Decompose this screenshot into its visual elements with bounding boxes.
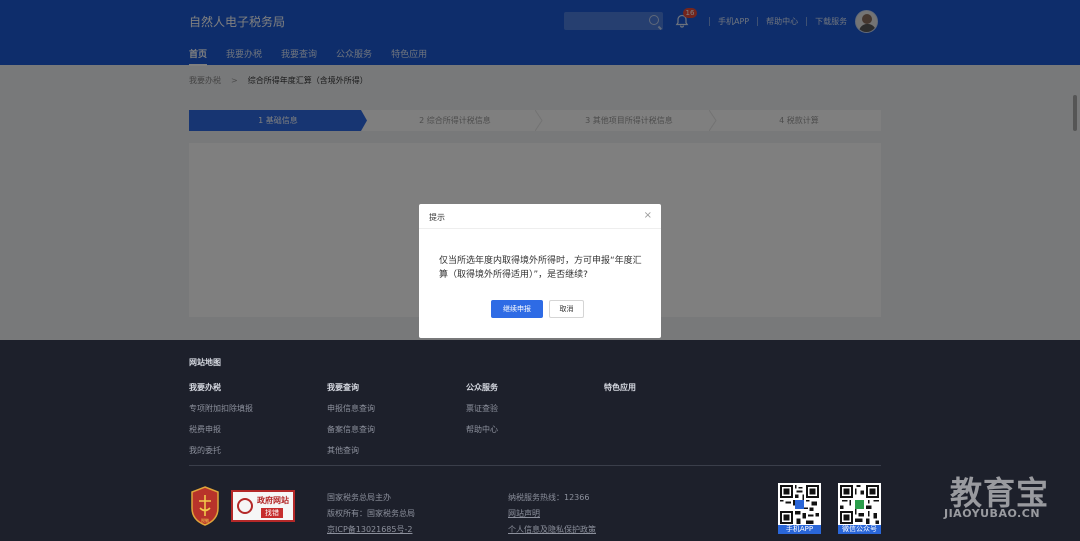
- continue-declare-button[interactable]: 继续申报: [491, 300, 543, 318]
- sitemap-title: 网站地图: [189, 358, 221, 367]
- gov-badge-line2: 找错: [261, 508, 283, 518]
- footer-link[interactable]: 我的委托: [189, 445, 221, 456]
- wechat-qr-code: [838, 483, 881, 526]
- footer-link[interactable]: 备案信息查询: [327, 424, 375, 435]
- magnifier-icon: [237, 498, 253, 514]
- footer-link[interactable]: 申报信息查询: [327, 403, 375, 414]
- close-icon[interactable]: ×: [644, 211, 652, 221]
- footer-col-title: 特色应用: [604, 383, 636, 392]
- site-statement-link[interactable]: 网站声明: [508, 508, 540, 519]
- confirm-dialog: 提示 × 仅当所选年度内取得境外所得时，方可申报“年度汇算（取得境外所得适用）”…: [419, 204, 661, 338]
- footer-link[interactable]: 专项附加扣除填报: [189, 403, 253, 414]
- footer-icp-link[interactable]: 京ICP备13021685号-2: [327, 524, 412, 535]
- watermark-url: JIAOYUBAO.CN: [944, 507, 1041, 520]
- dialog-header: 提示 ×: [419, 204, 661, 229]
- gov-error-report-badge[interactable]: 政府网站 找错: [231, 490, 295, 522]
- footer-link[interactable]: 其他查询: [327, 445, 359, 456]
- emblem-text: 税徽: [201, 517, 209, 523]
- footer-sponsor: 国家税务总局主办: [327, 493, 391, 502]
- footer-hotline: 纳税服务热线：12366: [508, 493, 590, 502]
- footer-col-title: 公众服务: [466, 383, 498, 392]
- footer-col-title: 我要查询: [327, 383, 359, 392]
- gov-badge-line1: 政府网站: [257, 496, 289, 505]
- footer-link[interactable]: 帮助中心: [466, 424, 498, 435]
- footer-divider: [189, 465, 881, 466]
- footer-link[interactable]: 票证查验: [466, 403, 498, 414]
- footer: [0, 340, 1080, 541]
- tax-emblem-icon: 税徽: [190, 486, 220, 526]
- footer-copyright: 版权所有：国家税务总局: [327, 509, 415, 518]
- page-scrollbar[interactable]: [1073, 95, 1077, 131]
- cancel-button[interactable]: 取消: [549, 300, 584, 318]
- dialog-title: 提示: [429, 213, 445, 222]
- wechat-qr-caption: 微信公众号: [838, 525, 881, 534]
- dialog-message: 仅当所选年度内取得境外所得时，方可申报“年度汇算（取得境外所得适用）”，是否继续…: [439, 256, 642, 280]
- footer-link[interactable]: 税费申报: [189, 424, 221, 435]
- app-qr-caption: 手机APP: [778, 525, 821, 534]
- privacy-policy-link[interactable]: 个人信息及隐私保护政策: [508, 524, 596, 535]
- footer-col-title: 我要办税: [189, 383, 221, 392]
- app-qr-code: [778, 483, 821, 526]
